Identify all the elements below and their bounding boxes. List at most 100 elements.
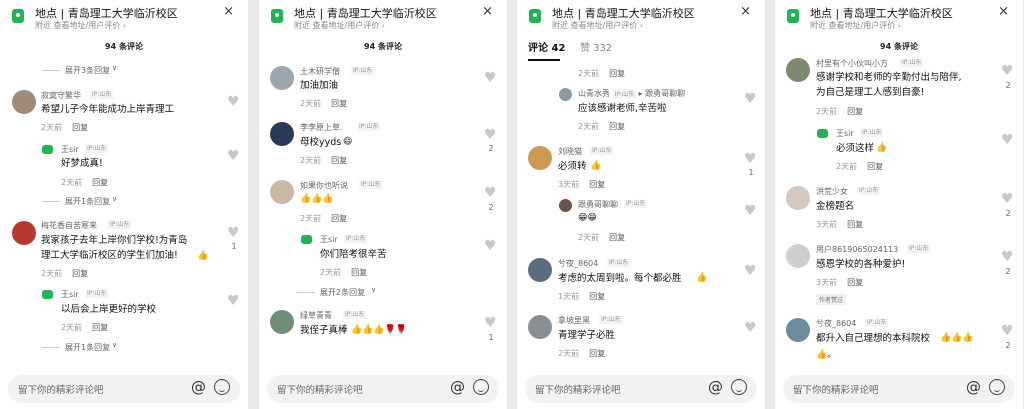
reply-button[interactable]: 回复 bbox=[92, 178, 108, 187]
comment-author[interactable]: 刘晓猫 bbox=[558, 146, 582, 157]
location-subtitle[interactable]: 附近 查看地址/用户评价 › bbox=[552, 20, 643, 31]
comment-author[interactable]: 兮夜_8604 bbox=[816, 318, 856, 329]
avatar[interactable] bbox=[528, 146, 552, 170]
comment-author[interactable]: 梅花香自苦寒来 bbox=[41, 220, 97, 231]
comment-author[interactable]: 拿坡里黑 bbox=[558, 315, 590, 326]
like-heart-icon[interactable]: ♥ bbox=[484, 316, 497, 330]
emoji-icon[interactable] bbox=[473, 376, 489, 395]
expand-replies[interactable]: 展开1条回复 bbox=[42, 342, 110, 353]
close-icon[interactable]: × bbox=[998, 4, 1009, 19]
location-subtitle[interactable]: 附近 查看地址/用户评价 › bbox=[810, 20, 901, 31]
location-subtitle[interactable]: 附近 查看地址/用户评价 › bbox=[35, 20, 126, 31]
comment-author[interactable]: 洪荒少女 bbox=[816, 186, 848, 197]
reply-button[interactable]: 回复 bbox=[72, 123, 88, 132]
wechat-avatar-icon[interactable] bbox=[42, 145, 53, 154]
comment-author[interactable]: 寂寞守繁华 bbox=[41, 90, 81, 101]
comment-author[interactable]: 兮夜_8604 bbox=[558, 258, 598, 269]
mention-icon[interactable]: @ bbox=[966, 378, 981, 396]
expand-replies[interactable]: 展开1条回复 bbox=[42, 196, 110, 207]
like-heart-icon[interactable]: ♥ bbox=[744, 264, 757, 278]
avatar[interactable] bbox=[786, 58, 810, 82]
comment-list[interactable]: 土木研学僧 IP:山东 加油加油 2天前 回复 ♥ 李李原上草. IP:山东 母校… bbox=[259, 58, 507, 369]
reply-button[interactable]: 回复 bbox=[92, 323, 108, 332]
close-icon[interactable]: × bbox=[740, 4, 751, 19]
avatar[interactable] bbox=[559, 88, 572, 101]
reply-button[interactable]: 回复 bbox=[589, 180, 605, 189]
avatar[interactable] bbox=[528, 315, 552, 339]
reply-author[interactable]: 王sir bbox=[320, 234, 338, 245]
reply-button[interactable]: 回复 bbox=[72, 269, 88, 278]
reply-button[interactable]: 回复 bbox=[331, 156, 347, 165]
reply-button[interactable]: 回复 bbox=[867, 162, 883, 171]
tab-likes[interactable]: 赞 332 bbox=[580, 39, 612, 54]
comment-author[interactable]: 李李原上草. bbox=[300, 122, 343, 133]
location-header[interactable]: 地点 | 青岛理工大学临沂校区 附近 查看地址/用户评价 › × bbox=[0, 0, 248, 36]
reply-button[interactable]: 回复 bbox=[331, 214, 347, 223]
reply-button[interactable]: 回复 bbox=[847, 278, 863, 287]
like-heart-icon[interactable]: ♥ bbox=[1001, 133, 1014, 147]
mention-icon[interactable]: @ bbox=[450, 378, 465, 396]
expand-replies[interactable]: 展开3条回复 bbox=[42, 65, 110, 76]
avatar[interactable] bbox=[12, 90, 36, 114]
like-heart-icon[interactable]: ♥ bbox=[744, 204, 757, 218]
like-heart-icon[interactable]: ♥ bbox=[1001, 192, 1014, 206]
avatar[interactable] bbox=[786, 186, 810, 210]
location-header[interactable]: 地点 | 青岛理工大学临沂校区 附近 查看地址/用户评价 › × bbox=[775, 0, 1023, 36]
wechat-avatar-icon[interactable] bbox=[301, 235, 312, 244]
like-heart-icon[interactable]: ♥ bbox=[744, 92, 757, 106]
mention-icon[interactable]: @ bbox=[191, 378, 206, 396]
emoji-icon[interactable] bbox=[731, 376, 747, 395]
reply-button[interactable]: 回复 bbox=[609, 69, 625, 78]
emoji-icon[interactable] bbox=[214, 376, 230, 395]
comment-author[interactable]: 土木研学僧 bbox=[300, 66, 340, 77]
reply-author[interactable]: 跟勇哥聊聊 bbox=[578, 199, 618, 210]
like-heart-icon[interactable]: ♥ bbox=[227, 95, 240, 109]
reply-button[interactable]: 回复 bbox=[589, 292, 605, 301]
reply-button[interactable]: 回复 bbox=[609, 122, 625, 131]
location-header[interactable]: 地点 | 青岛理工大学临沂校区 附近 查看地址/用户评价 › × bbox=[517, 0, 765, 36]
wechat-avatar-icon[interactable] bbox=[817, 129, 828, 138]
reply-button[interactable]: 回复 bbox=[351, 268, 367, 277]
like-heart-icon[interactable]: ♥ bbox=[744, 152, 757, 166]
comment-list[interactable]: 2天前 回复 山青水秀 IP:山东 ▸ 跟勇哥聊聊 应该感谢老师,辛苦啦 2天前回… bbox=[517, 62, 765, 369]
comment-input[interactable]: 留下你的精彩评论吧 @ bbox=[267, 375, 499, 403]
like-heart-icon[interactable]: ♥ bbox=[1001, 250, 1014, 264]
reply-button[interactable]: 回复 bbox=[847, 220, 863, 229]
like-heart-icon[interactable]: ♥ bbox=[484, 239, 497, 253]
comment-author[interactable]: 村里有个小伙叫小方 bbox=[816, 58, 888, 69]
like-heart-icon[interactable]: ♥ bbox=[227, 149, 240, 163]
avatar[interactable] bbox=[270, 122, 294, 146]
comment-author[interactable]: 如果你也听说 bbox=[300, 180, 348, 191]
expand-replies[interactable]: 展开2条回复 bbox=[297, 287, 365, 298]
like-heart-icon[interactable]: ♥ bbox=[484, 186, 497, 200]
like-heart-icon[interactable]: ♥ bbox=[1001, 64, 1014, 78]
reply-button[interactable]: 回复 bbox=[847, 107, 863, 116]
reply-author[interactable]: 王sir bbox=[61, 144, 79, 155]
like-heart-icon[interactable]: ♥ bbox=[744, 321, 757, 335]
comment-list[interactable]: 展开3条回复 ∨ 寂寞守繁华 IP:山东 希望儿子今年能成功上岸青理工 2天前回… bbox=[0, 58, 248, 369]
comment-input[interactable]: 留下你的精彩评论吧 @ bbox=[525, 375, 757, 403]
like-heart-icon[interactable]: ♥ bbox=[1001, 324, 1014, 338]
comment-author[interactable]: 绿草青青 bbox=[300, 310, 332, 321]
avatar[interactable] bbox=[270, 180, 294, 204]
mention-icon[interactable]: @ bbox=[708, 378, 723, 396]
emoji-icon[interactable] bbox=[989, 376, 1005, 395]
avatar[interactable] bbox=[559, 199, 572, 212]
avatar[interactable] bbox=[270, 66, 294, 90]
comment-input[interactable]: 留下你的精彩评论吧 @ bbox=[783, 375, 1015, 403]
comment-input[interactable]: 留下你的精彩评论吧 @ bbox=[8, 375, 240, 403]
comment-list[interactable]: 村里有个小伙叫小方 IP:山东 感谢学校和老师的辛勤付出与陪伴, 为自己是理工人… bbox=[775, 58, 1023, 369]
reply-button[interactable]: 回复 bbox=[331, 99, 347, 108]
like-heart-icon[interactable]: ♥ bbox=[484, 128, 497, 142]
wechat-avatar-icon[interactable] bbox=[42, 290, 53, 299]
comment-author[interactable]: 用户8619065024113 bbox=[816, 244, 898, 255]
reply-button[interactable]: 回复 bbox=[589, 349, 605, 358]
avatar[interactable] bbox=[528, 258, 552, 282]
avatar[interactable] bbox=[12, 221, 36, 245]
reply-button[interactable]: 回复 bbox=[609, 233, 625, 242]
avatar[interactable] bbox=[786, 318, 810, 342]
close-icon[interactable]: × bbox=[223, 4, 234, 19]
like-heart-icon[interactable]: ♥ bbox=[227, 226, 240, 240]
location-header[interactable]: 地点 | 青岛理工大学临沂校区 附近 查看地址/用户评价 › × bbox=[259, 0, 507, 36]
avatar[interactable] bbox=[270, 310, 294, 334]
